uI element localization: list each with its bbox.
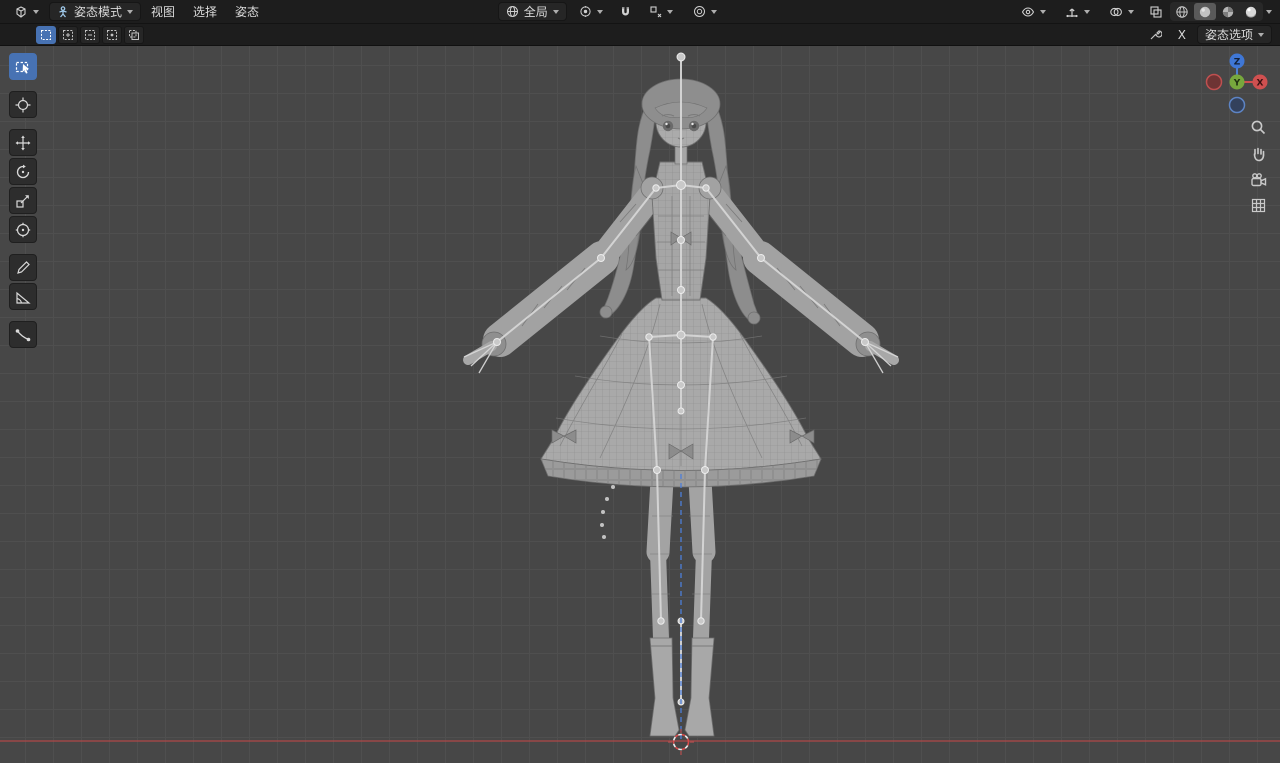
tool-scale[interactable]	[9, 187, 37, 214]
zoom-button[interactable]	[1247, 117, 1269, 137]
tool-move[interactable]	[9, 129, 37, 156]
globe-icon	[506, 5, 519, 18]
camera-view-button[interactable]	[1247, 169, 1269, 189]
axis-z-label: Z	[1234, 58, 1241, 68]
overlays-icon	[1109, 5, 1123, 19]
tool-pose-breakdowner[interactable]	[9, 321, 37, 348]
shading-solid-button[interactable]	[1194, 3, 1216, 20]
viewport-header: 姿态模式 视图 选择 姿态 全局	[0, 0, 1280, 24]
pan-button[interactable]	[1247, 143, 1269, 163]
viewport-canvas[interactable]: Y Z X	[0, 46, 1280, 763]
xray-toggle-button[interactable]	[1145, 2, 1167, 21]
menu-pose[interactable]: 姿态	[227, 2, 267, 21]
chevron-down-icon	[1258, 32, 1264, 37]
chevron-down-icon	[710, 9, 717, 14]
axis-y-label: Y	[1233, 79, 1241, 89]
camera-icon	[1250, 172, 1266, 186]
viewport-nav-buttons	[1247, 117, 1269, 215]
chevron-down-icon	[1128, 9, 1134, 14]
magnet-icon	[619, 5, 632, 18]
tool-settings-bar: X 姿态选项	[0, 24, 1280, 46]
proportional-editing-dropdown[interactable]	[685, 2, 725, 21]
tool-cursor[interactable]	[9, 91, 37, 118]
axis-z-negative-ball[interactable]	[1228, 96, 1246, 114]
tool-measure[interactable]	[9, 283, 37, 310]
xray-icon	[1149, 5, 1163, 19]
navigation-gizmo[interactable]: Y Z X	[1202, 49, 1272, 119]
tool-annotate[interactable]	[9, 254, 37, 281]
menu-select[interactable]: 选择	[185, 2, 225, 21]
chevron-down-icon[interactable]	[1266, 9, 1272, 14]
chevron-down-icon	[552, 9, 559, 14]
toolbar	[9, 53, 37, 348]
snap-target-icon	[649, 5, 662, 18]
scene-svg	[0, 52, 1280, 755]
select-mode-extend-button[interactable]	[58, 25, 78, 44]
tool-rotate[interactable]	[9, 158, 37, 185]
chevron-down-icon	[1040, 9, 1046, 14]
gizmos-dropdown[interactable]	[1057, 2, 1098, 21]
axis-y-ball[interactable]: Y	[1229, 74, 1245, 90]
pose-options-label: 姿态选项	[1204, 28, 1253, 42]
axis-x-negative-ball[interactable]	[1205, 73, 1223, 91]
orientation-label: 全局	[523, 5, 548, 19]
chevron-down-icon	[127, 9, 134, 14]
shading-material-button[interactable]	[1217, 3, 1239, 20]
shading-mode-segmented-control	[1170, 2, 1263, 21]
mode-dropdown[interactable]: 姿态模式	[49, 2, 142, 21]
editor-type-icon	[14, 5, 28, 19]
pivot-point-icon	[579, 5, 592, 18]
proportional-editing-icon	[693, 5, 706, 18]
snap-toggle-button[interactable]	[615, 2, 637, 21]
grid-icon	[1251, 198, 1265, 212]
select-mode-set-button[interactable]	[36, 25, 56, 44]
tool-settings-icon-button[interactable]	[1145, 25, 1167, 44]
chevron-down-icon	[1084, 9, 1090, 14]
axis-x-label: X	[1257, 79, 1264, 89]
tool-box-select[interactable]	[9, 53, 37, 80]
menu-view[interactable]: 视图	[143, 2, 183, 21]
blender-window: 姿态模式 视图 选择 姿态 全局 X 姿态选项 Y Z X	[0, 0, 1280, 763]
pose-mode-icon	[57, 5, 69, 18]
mode-label: 姿态模式	[74, 5, 123, 19]
select-mode-subtract-button[interactable]	[80, 25, 100, 44]
eye-icon	[1021, 5, 1035, 19]
shading-wireframe-button[interactable]	[1171, 3, 1193, 20]
select-mode-buttons	[36, 25, 144, 44]
toggle-ortho-button[interactable]	[1247, 195, 1269, 215]
gizmos-icon	[1065, 5, 1079, 19]
snap-target-dropdown[interactable]	[641, 2, 681, 21]
chevron-down-icon	[33, 9, 39, 14]
tool-transform[interactable]	[9, 216, 37, 243]
select-mode-invert-button[interactable]	[102, 25, 122, 44]
object-visibility-dropdown[interactable]	[1013, 2, 1054, 21]
shading-rendered-button[interactable]	[1240, 3, 1262, 20]
axis-x-ball[interactable]: X	[1252, 74, 1268, 90]
pivot-point-dropdown[interactable]	[571, 2, 611, 21]
chevron-down-icon	[596, 9, 603, 14]
hand-icon	[1253, 147, 1264, 161]
select-mode-intersect-button[interactable]	[124, 25, 144, 44]
armature[interactable]	[463, 52, 899, 706]
editor-type-button[interactable]	[6, 2, 47, 21]
magnifier-icon	[1251, 120, 1265, 134]
axis-z-ball[interactable]: Z	[1229, 53, 1245, 69]
pose-options-dropdown[interactable]: 姿态选项	[1196, 25, 1272, 44]
transform-orientation-dropdown[interactable]: 全局	[497, 2, 567, 21]
overlays-dropdown[interactable]	[1101, 2, 1142, 21]
chevron-down-icon	[666, 9, 673, 14]
close-button[interactable]: X	[1173, 25, 1191, 44]
